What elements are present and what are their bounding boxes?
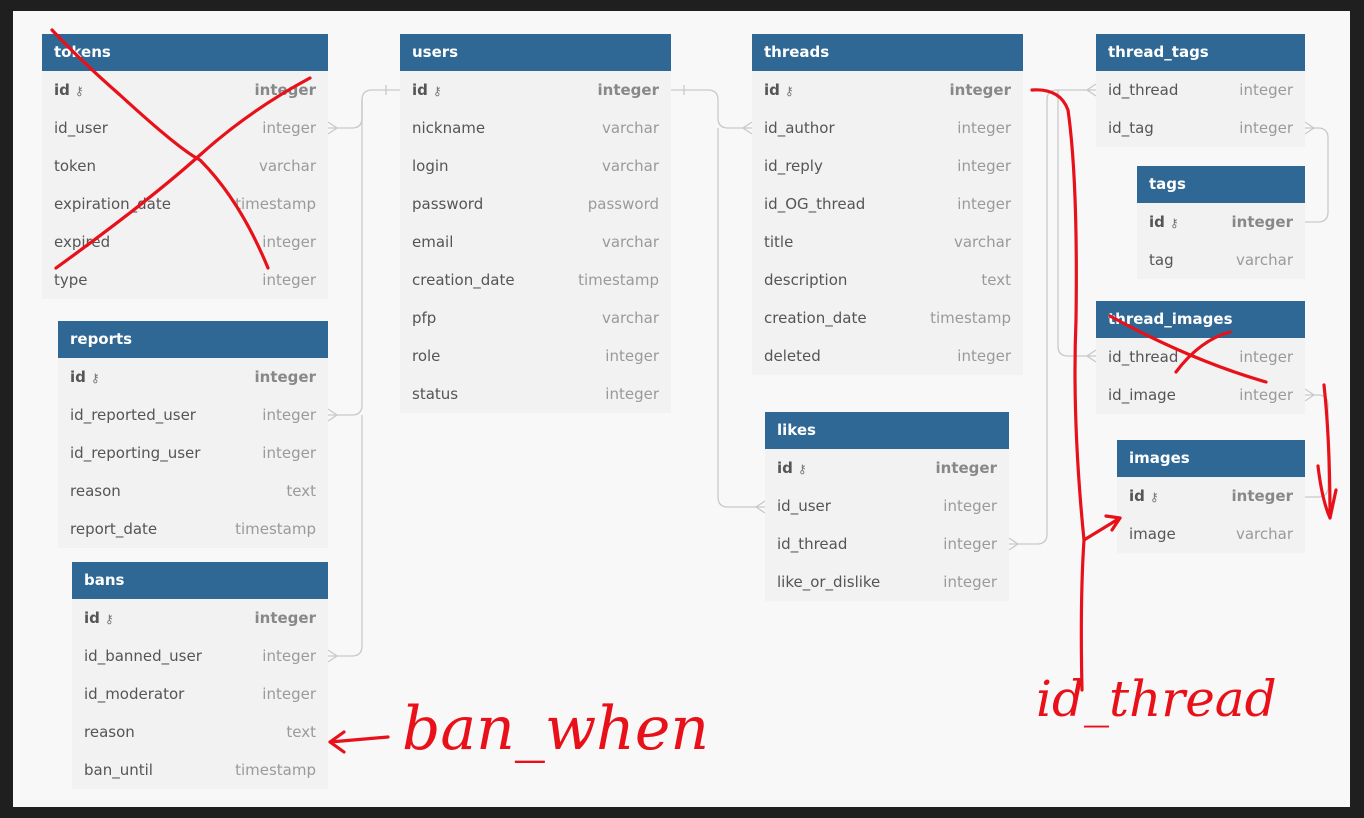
arrow-right-images bbox=[1316, 383, 1338, 520]
ban-when-note: ban_when bbox=[402, 694, 709, 764]
cross-tokens-a bbox=[50, 28, 270, 270]
cross-tokens-b bbox=[54, 76, 312, 270]
cross-thread-images-a bbox=[1108, 314, 1268, 384]
arrow-thread-to-images bbox=[1030, 88, 1122, 542]
id-thread-note: id_thread bbox=[1036, 670, 1277, 728]
arrow-ban-when bbox=[328, 730, 390, 754]
